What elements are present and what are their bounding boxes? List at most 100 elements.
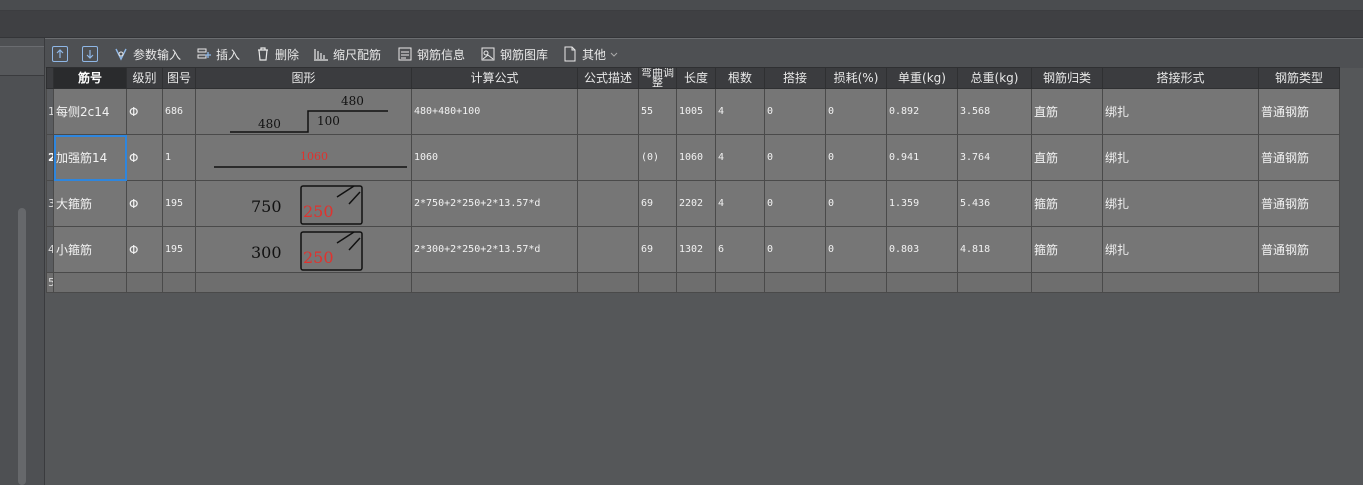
cell-shape[interactable]: 1060 (195, 134, 412, 181)
cell-shape[interactable]: 480 480 100 (195, 88, 412, 135)
cell-lap[interactable]: 0 (764, 226, 826, 273)
empty-cell[interactable] (1102, 272, 1259, 293)
cell-length[interactable]: 1302 (676, 226, 716, 273)
cell-lap-type[interactable]: 绑扎 (1102, 180, 1259, 227)
table-row[interactable]: 2 加强筋14 Φ 1 1060 1060 (0) 1060 4 0 0 0.9… (46, 134, 1340, 181)
cell-unit-weight[interactable]: 0.803 (886, 226, 958, 273)
cell-lap[interactable]: 0 (764, 134, 826, 181)
cell-bar-no[interactable]: 大箍筋 (53, 180, 127, 227)
cell-grade[interactable]: Φ (126, 180, 163, 227)
cell-bar-no[interactable]: 每侧2c14 (53, 88, 127, 135)
cell-lap-type[interactable]: 绑扎 (1102, 88, 1259, 135)
cell-formula-desc[interactable] (577, 180, 639, 227)
move-up-button[interactable] (52, 44, 68, 64)
cell-category[interactable]: 箍筋 (1031, 226, 1103, 273)
cell-formula[interactable]: 1060 (411, 134, 578, 181)
scale-rebar-button[interactable]: 缩尺配筋 (313, 44, 381, 64)
table-row-empty[interactable]: 5 (46, 272, 1340, 293)
col-header-grade[interactable]: 级别 (126, 67, 163, 89)
cell-loss[interactable]: 0 (825, 180, 887, 227)
left-panel-scrollbar[interactable] (18, 208, 26, 485)
cell-category[interactable]: 箍筋 (1031, 180, 1103, 227)
cell-rebar-type[interactable]: 普通钢筋 (1258, 88, 1340, 135)
cell-formula[interactable]: 2*300+2*250+2*13.57*d (411, 226, 578, 273)
empty-cell[interactable] (715, 272, 765, 293)
cell-bend-adjust[interactable]: 55 (638, 88, 677, 135)
cell-formula-desc[interactable] (577, 134, 639, 181)
cell-total-weight[interactable]: 3.764 (957, 134, 1032, 181)
cell-length[interactable]: 2202 (676, 180, 716, 227)
cell-lap-type[interactable]: 绑扎 (1102, 226, 1259, 273)
rebar-library-button[interactable]: 钢筋图库 (480, 44, 548, 64)
col-header-shape[interactable]: 图形 (195, 67, 412, 89)
empty-cell[interactable] (1258, 272, 1340, 293)
empty-cell[interactable] (957, 272, 1032, 293)
row-number[interactable]: 4 (46, 226, 54, 273)
cell-bend-adjust[interactable]: 69 (638, 180, 677, 227)
left-panel-tab[interactable] (0, 46, 44, 76)
empty-cell[interactable] (764, 272, 826, 293)
cell-total-weight[interactable]: 4.818 (957, 226, 1032, 273)
cell-length[interactable]: 1005 (676, 88, 716, 135)
row-number[interactable]: 3 (46, 180, 54, 227)
cell-category[interactable]: 直筋 (1031, 88, 1103, 135)
cell-count[interactable]: 6 (715, 226, 765, 273)
col-header-loss[interactable]: 损耗(%) (825, 67, 887, 89)
row-number[interactable]: 5 (46, 272, 54, 293)
empty-cell[interactable] (411, 272, 578, 293)
cell-loss[interactable]: 0 (825, 88, 887, 135)
empty-cell[interactable] (1031, 272, 1103, 293)
table-row[interactable]: 4 小箍筋 Φ 195 300 250 2*300+2*250+2*13.57*… (46, 226, 1340, 273)
cell-bend-adjust[interactable]: (0) (638, 134, 677, 181)
delete-button[interactable]: 删除 (255, 44, 299, 64)
row-number[interactable]: 1 (46, 88, 54, 135)
cell-count[interactable]: 4 (715, 134, 765, 181)
empty-cell[interactable] (126, 272, 163, 293)
param-input-button[interactable]: 参数输入 (113, 44, 181, 64)
col-header-length[interactable]: 长度 (676, 67, 716, 89)
cell-formula-desc[interactable] (577, 226, 639, 273)
cell-length[interactable]: 1060 (676, 134, 716, 181)
cell-rebar-type[interactable]: 普通钢筋 (1258, 226, 1340, 273)
cell-unit-weight[interactable]: 0.941 (886, 134, 958, 181)
col-header-lap[interactable]: 搭接 (764, 67, 826, 89)
col-header-bend-adjust[interactable]: 弯曲调整 (638, 67, 677, 89)
cell-unit-weight[interactable]: 0.892 (886, 88, 958, 135)
empty-cell[interactable] (195, 272, 412, 293)
col-header-formula[interactable]: 计算公式 (411, 67, 578, 89)
empty-cell[interactable] (676, 272, 716, 293)
cell-lap-type[interactable]: 绑扎 (1102, 134, 1259, 181)
col-header-rebar-type[interactable]: 钢筋类型 (1258, 67, 1340, 89)
cell-shape[interactable]: 300 250 (195, 226, 412, 273)
col-header-category[interactable]: 钢筋归类 (1031, 67, 1103, 89)
empty-cell[interactable] (886, 272, 958, 293)
insert-button[interactable]: 插入 (196, 44, 240, 64)
cell-lap[interactable]: 0 (764, 180, 826, 227)
empty-cell[interactable] (162, 272, 196, 293)
empty-cell[interactable] (53, 272, 127, 293)
cell-fig-no[interactable]: 195 (162, 226, 196, 273)
table-row[interactable]: 1 每侧2c14 Φ 686 480 480 100 480+480+100 5… (46, 88, 1340, 135)
cell-formula[interactable]: 2*750+2*250+2*13.57*d (411, 180, 578, 227)
other-menu-button[interactable]: 其他 (562, 44, 618, 64)
col-header-formula-desc[interactable]: 公式描述 (577, 67, 639, 89)
col-header-total-weight[interactable]: 总重(kg) (957, 67, 1032, 89)
cell-grade[interactable]: Φ (126, 134, 163, 181)
col-header-bar-no[interactable]: 筋号 (53, 67, 127, 89)
cell-fig-no[interactable]: 686 (162, 88, 196, 135)
cell-shape[interactable]: 750 250 (195, 180, 412, 227)
cell-category[interactable]: 直筋 (1031, 134, 1103, 181)
cell-count[interactable]: 4 (715, 180, 765, 227)
empty-cell[interactable] (577, 272, 639, 293)
cell-fig-no[interactable]: 195 (162, 180, 196, 227)
cell-count[interactable]: 4 (715, 88, 765, 135)
cell-bar-no-active[interactable]: 加强筋14 (53, 134, 127, 181)
cell-formula[interactable]: 480+480+100 (411, 88, 578, 135)
move-down-button[interactable] (82, 44, 98, 64)
cell-rebar-type[interactable]: 普通钢筋 (1258, 134, 1340, 181)
cell-lap[interactable]: 0 (764, 88, 826, 135)
table-row[interactable]: 3 大箍筋 Φ 195 750 250 2*750+2*250+2*13.57*… (46, 180, 1340, 227)
cell-grade[interactable]: Φ (126, 226, 163, 273)
cell-loss[interactable]: 0 (825, 134, 887, 181)
col-header-fig-no[interactable]: 图号 (162, 67, 196, 89)
